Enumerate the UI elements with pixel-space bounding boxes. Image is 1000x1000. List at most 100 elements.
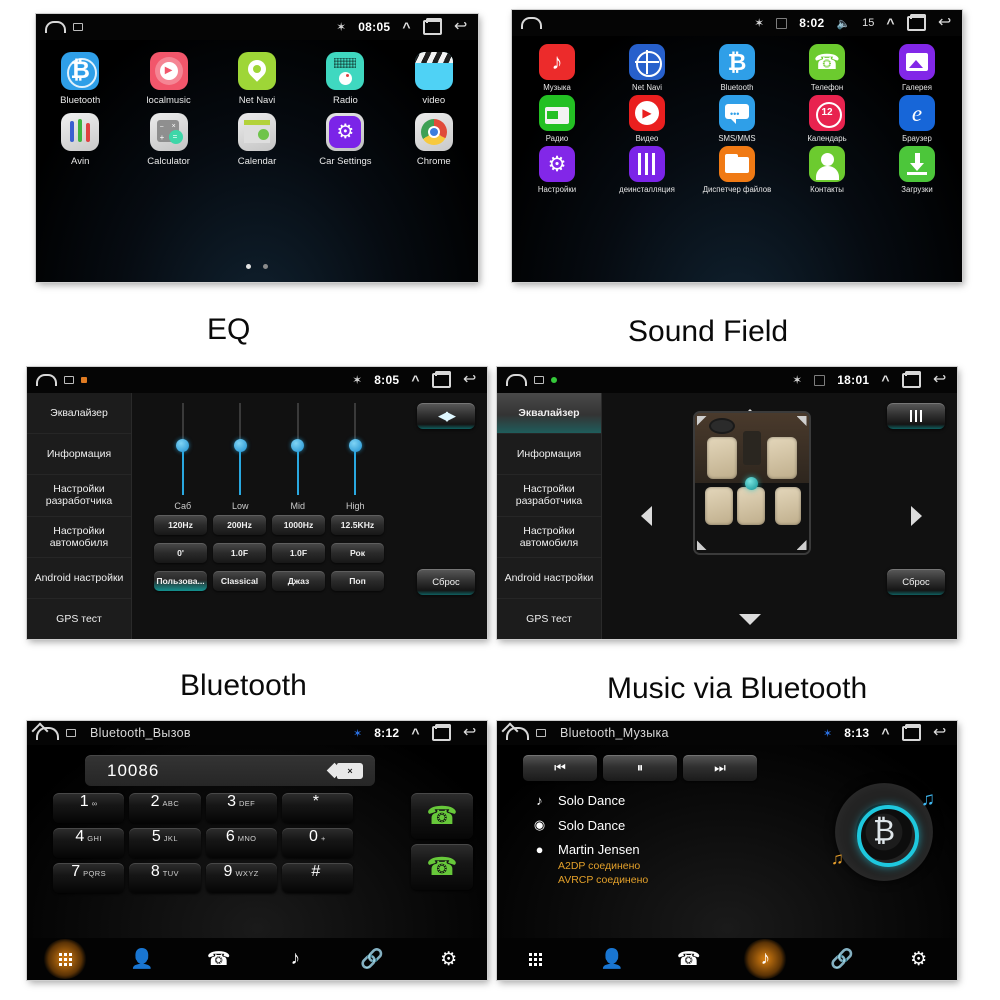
- app-calculator[interactable]: − × + = Calculator: [124, 113, 212, 167]
- slider-thumb[interactable]: [291, 439, 305, 452]
- app-calendar[interactable]: Calendar: [213, 113, 301, 167]
- key-1[interactable]: 1 ∞: [53, 793, 125, 823]
- app-car-settings[interactable]: ⚙ Car Settings: [301, 113, 389, 167]
- app-net-navi[interactable]: Net Navi: [602, 44, 692, 92]
- chevron-up-icon[interactable]: ^: [881, 373, 889, 387]
- preset-button-pop[interactable]: Поп: [331, 571, 384, 591]
- key-hash[interactable]: #: [281, 863, 353, 893]
- app-net-navi[interactable]: Net Navi: [213, 52, 301, 106]
- app-music[interactable]: ♪ Музыка: [512, 44, 602, 92]
- car-cabin-image[interactable]: [692, 411, 811, 555]
- app-uninstall[interactable]: деинсталляция: [602, 146, 692, 194]
- value-button-1[interactable]: 0': [154, 543, 207, 563]
- nav-music[interactable]: ♪: [727, 938, 804, 980]
- key-6[interactable]: 6 MNO: [205, 828, 277, 858]
- pause-button[interactable]: ⏸: [603, 755, 677, 781]
- app-bluetooth[interactable]: ₿ Bluetooth: [692, 44, 782, 92]
- call-button[interactable]: ☎: [411, 793, 473, 839]
- app-contacts[interactable]: Контакты: [782, 146, 872, 194]
- app-localmusic[interactable]: ▶ localmusic: [124, 52, 212, 106]
- home-icon[interactable]: [506, 374, 527, 386]
- eq-slider-low[interactable]: Low: [212, 401, 270, 511]
- back-icon[interactable]: ↪: [463, 724, 476, 741]
- home-icon[interactable]: [36, 374, 57, 386]
- freq-button-3[interactable]: 1000Hz: [272, 515, 325, 535]
- nav-contacts[interactable]: 👤: [104, 938, 181, 980]
- reset-button[interactable]: Сброс: [887, 569, 945, 595]
- call-history-button[interactable]: ☎: [411, 844, 473, 890]
- value-button-4[interactable]: Рок: [331, 543, 384, 563]
- app-downloads[interactable]: Загрузки: [872, 146, 962, 194]
- recents-icon[interactable]: [422, 17, 442, 35]
- sidebar-item-equalizer[interactable]: Эквалайзер: [497, 393, 601, 435]
- sidebar-item-equalizer[interactable]: Эквалайзер: [27, 393, 131, 435]
- sidebar-item-developer-settings[interactable]: Настройки разработчика: [497, 475, 601, 517]
- sidebar-item-gps-test[interactable]: GPS тест: [497, 599, 601, 639]
- sidebar-item-developer-settings[interactable]: Настройки разработчика: [27, 475, 131, 517]
- page-indicator[interactable]: [36, 264, 478, 269]
- back-icon[interactable]: ↪: [933, 724, 946, 741]
- chevron-up-icon[interactable]: ^: [411, 726, 419, 740]
- freq-button-4[interactable]: 12.5KHz: [331, 515, 384, 535]
- sidebar-item-android-settings[interactable]: Android настройки: [497, 558, 601, 599]
- eq-slider-sub[interactable]: Саб: [154, 401, 212, 511]
- equalizer-icon[interactable]: [887, 403, 945, 429]
- eq-slider-high[interactable]: High: [327, 401, 385, 511]
- app-video[interactable]: ▶ Видео: [602, 95, 692, 143]
- nav-call-log[interactable]: ☎: [180, 938, 257, 980]
- app-phone[interactable]: ☎ Телефон: [782, 44, 872, 92]
- freq-button-2[interactable]: 200Hz: [213, 515, 266, 535]
- sidebar-item-car-settings[interactable]: Настройки автомобиля: [497, 517, 601, 558]
- nav-settings[interactable]: ⚙: [880, 938, 957, 980]
- preset-button-classical[interactable]: Classical: [213, 571, 266, 591]
- nav-settings[interactable]: ⚙: [410, 938, 487, 980]
- back-icon[interactable]: ↪: [454, 18, 467, 35]
- home-icon[interactable]: [45, 21, 66, 33]
- key-star[interactable]: *: [281, 793, 353, 823]
- sidebar-item-gps-test[interactable]: GPS тест: [27, 599, 131, 639]
- app-calendar[interactable]: 12 Календарь: [782, 95, 872, 143]
- home-icon[interactable]: [36, 726, 59, 740]
- arrow-left-icon[interactable]: [641, 506, 652, 526]
- preset-button-jazz[interactable]: Джаз: [272, 571, 325, 591]
- reset-button[interactable]: Сброс: [417, 569, 475, 595]
- nav-music[interactable]: ♪: [257, 938, 334, 980]
- key-9[interactable]: 9 WXYZ: [205, 863, 277, 893]
- phone-number-field[interactable]: 10086 ×: [85, 755, 375, 786]
- home-icon[interactable]: [506, 726, 529, 740]
- back-icon[interactable]: ↪: [933, 371, 946, 388]
- recents-icon[interactable]: [431, 370, 451, 388]
- back-icon[interactable]: ↪: [938, 14, 951, 31]
- sidebar-item-information[interactable]: Информация: [497, 434, 601, 476]
- key-8[interactable]: 8 TUV: [129, 863, 201, 893]
- app-gallery[interactable]: Галерея: [872, 44, 962, 92]
- nav-link[interactable]: 🔗: [804, 938, 881, 980]
- app-avin[interactable]: Avin: [36, 113, 124, 167]
- key-0[interactable]: 0 +: [281, 828, 353, 858]
- recents-icon[interactable]: [901, 370, 921, 388]
- app-file-manager[interactable]: Диспетчер файлов: [692, 146, 782, 194]
- chevron-up-icon[interactable]: ^: [411, 373, 419, 387]
- home-icon[interactable]: [521, 17, 542, 29]
- chevron-up-icon[interactable]: ^: [881, 726, 889, 740]
- sound-field-icon[interactable]: ◀▶: [417, 403, 475, 429]
- previous-track-button[interactable]: ⏮: [523, 755, 597, 781]
- sidebar-item-android-settings[interactable]: Android настройки: [27, 558, 131, 599]
- app-video[interactable]: video: [390, 52, 478, 106]
- key-3[interactable]: 3 DEF: [205, 793, 277, 823]
- app-browser[interactable]: e Браузер: [872, 95, 962, 143]
- app-settings[interactable]: ⚙ Настройки: [512, 146, 602, 194]
- recents-icon[interactable]: [906, 13, 926, 31]
- arrow-right-icon[interactable]: [911, 506, 922, 526]
- key-4[interactable]: 4 GHI: [53, 828, 125, 858]
- back-icon[interactable]: ↪: [463, 371, 476, 388]
- slider-thumb[interactable]: [233, 439, 247, 452]
- slider-thumb[interactable]: [348, 439, 362, 452]
- nav-call-log[interactable]: ☎: [650, 938, 727, 980]
- volume-icon[interactable]: 🔈: [836, 17, 850, 30]
- recents-icon[interactable]: [431, 723, 451, 741]
- backspace-icon[interactable]: ×: [337, 762, 363, 779]
- app-radio[interactable]: Радио: [512, 95, 602, 143]
- sound-focus-point[interactable]: [745, 476, 758, 490]
- app-radio[interactable]: Radio: [301, 52, 389, 106]
